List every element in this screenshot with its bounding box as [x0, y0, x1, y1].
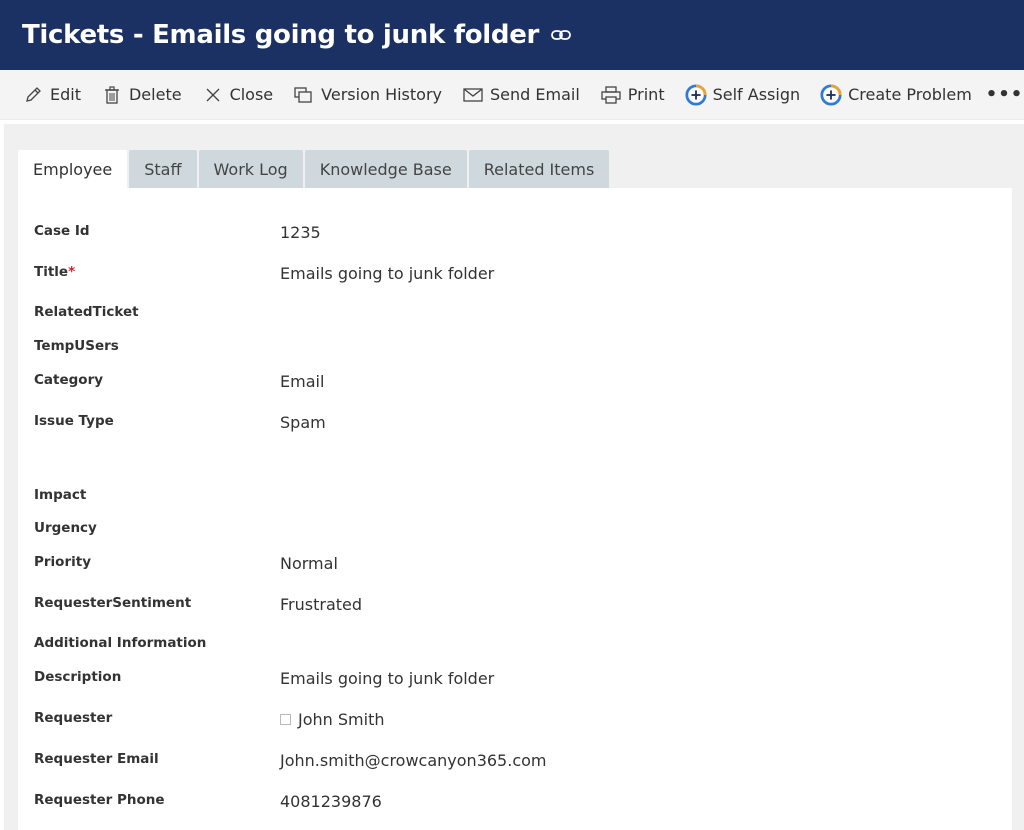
- send-email-button[interactable]: Send Email: [462, 84, 580, 106]
- additional-information-label: Additional Information: [34, 635, 207, 651]
- delete-button[interactable]: Delete: [101, 84, 182, 106]
- close-button[interactable]: Close: [202, 84, 274, 106]
- requester-sentiment-label: RequesterSentiment: [34, 595, 192, 611]
- issue-type-label: Issue Type: [34, 413, 114, 429]
- print-button[interactable]: Print: [600, 84, 665, 106]
- category-value: Email: [280, 372, 325, 391]
- page-title: Tickets - Emails going to junk folder: [22, 20, 540, 50]
- requester-phone-value: 4081239876: [280, 792, 382, 811]
- title-value: Emails going to junk folder: [280, 264, 495, 283]
- requester-sentiment-value: Frustrated: [280, 595, 363, 614]
- close-icon: [202, 84, 224, 106]
- urgency-label: Urgency: [34, 520, 97, 536]
- self-assign-button[interactable]: Self Assign: [685, 83, 801, 106]
- required-marker: *: [68, 264, 76, 280]
- category-label: Category: [34, 372, 104, 388]
- title-bar: Tickets - Emails going to junk folder: [0, 0, 1024, 70]
- requester-email-value: John.smith@crowcanyon365.com: [280, 751, 547, 770]
- presence-checkbox[interactable]: [280, 714, 291, 725]
- delete-label: Delete: [128, 85, 182, 104]
- temp-users-label: TempUSers: [34, 338, 119, 354]
- tab-staff[interactable]: Staff: [129, 150, 197, 188]
- description-label: Description: [34, 669, 122, 685]
- description-value: Emails going to junk folder: [280, 669, 495, 688]
- tab-employee[interactable]: Employee: [18, 150, 128, 188]
- create-problem-label: Create Problem: [848, 85, 972, 104]
- edit-button[interactable]: Edit: [22, 84, 81, 106]
- employee-tab-content: Case Id 1235 Title* Emails going to junk…: [18, 188, 1012, 830]
- mail-icon: [462, 84, 484, 106]
- add-circle-icon: [685, 83, 707, 106]
- tab-work-log[interactable]: Work Log: [198, 150, 303, 188]
- pencil-icon: [22, 84, 44, 106]
- version-history-label: Version History: [321, 85, 442, 104]
- link-icon[interactable]: [551, 28, 573, 42]
- case-id-value: 1235: [280, 223, 321, 242]
- create-problem-button[interactable]: Create Problem: [820, 83, 972, 106]
- impact-label: Impact: [34, 487, 87, 503]
- case-id-label: Case Id: [34, 223, 90, 239]
- add-circle-icon: [820, 83, 842, 106]
- title-label: Title*: [34, 264, 75, 280]
- related-ticket-label: RelatedTicket: [34, 304, 139, 320]
- command-toolbar: Edit Delete Close Version History Send E…: [0, 70, 1024, 120]
- requester-phone-label: Requester Phone: [34, 792, 165, 808]
- trash-icon: [101, 84, 123, 106]
- tab-knowledge-base[interactable]: Knowledge Base: [304, 150, 467, 188]
- priority-label: Priority: [34, 554, 91, 570]
- title-label-text: Title: [34, 264, 69, 280]
- version-history-button[interactable]: Version History: [293, 84, 442, 106]
- edit-label: Edit: [50, 85, 81, 104]
- priority-value: Normal: [280, 554, 338, 573]
- requester-label: Requester: [34, 710, 113, 726]
- version-history-icon: [293, 84, 315, 106]
- send-email-label: Send Email: [490, 85, 580, 104]
- issue-type-value: Spam: [280, 413, 326, 432]
- requester-value: John Smith: [280, 710, 384, 729]
- tab-bar: Employee Staff Work Log Knowledge Base R…: [18, 150, 611, 188]
- requester-name[interactable]: John Smith: [298, 710, 384, 729]
- more-options-button[interactable]: •••: [986, 84, 1024, 105]
- self-assign-label: Self Assign: [712, 85, 801, 104]
- requester-email-label: Requester Email: [34, 751, 159, 767]
- printer-icon: [600, 84, 622, 106]
- tab-related-items[interactable]: Related Items: [468, 150, 610, 188]
- print-label: Print: [627, 85, 665, 104]
- form-panel: Employee Staff Work Log Knowledge Base R…: [4, 124, 1024, 830]
- close-label: Close: [229, 85, 274, 104]
